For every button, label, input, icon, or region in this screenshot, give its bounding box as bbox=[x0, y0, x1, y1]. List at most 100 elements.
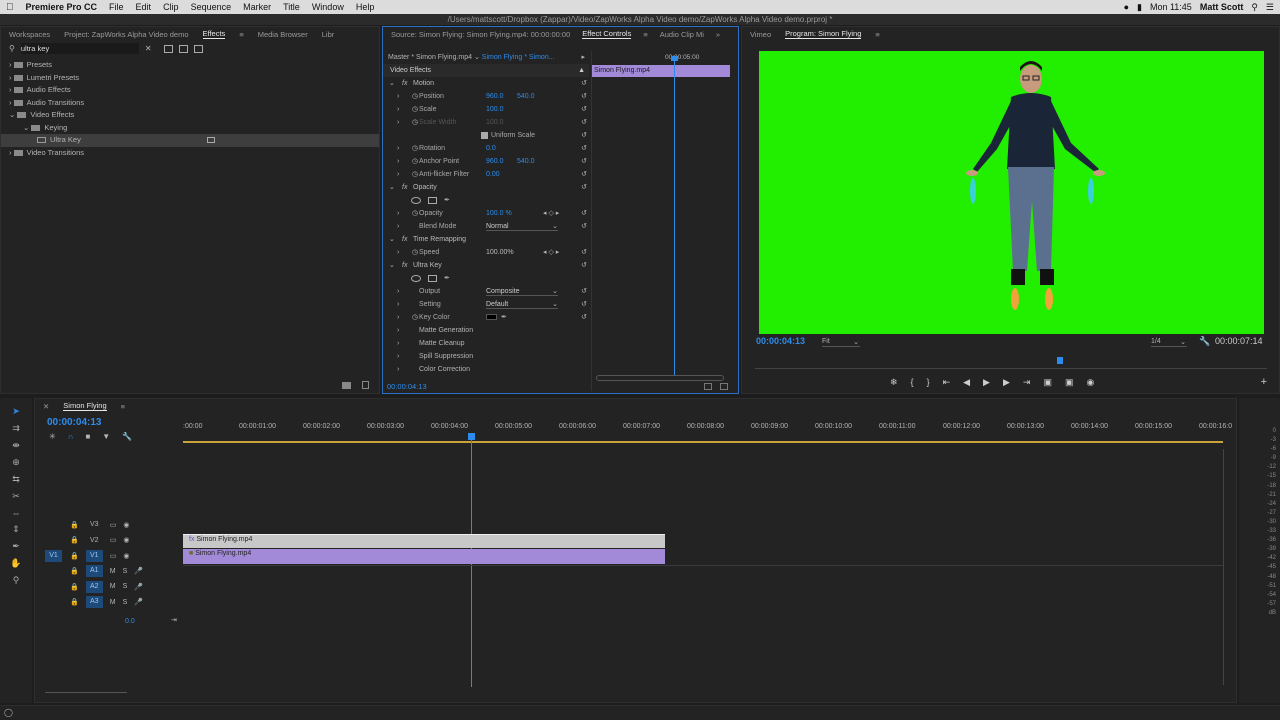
tree-item[interactable]: ⌄ Keying bbox=[1, 122, 379, 135]
ec-value[interactable]: 0.00 bbox=[486, 168, 500, 181]
chevron-right-icon[interactable]: ⌄ bbox=[389, 233, 395, 246]
eyedropper-icon[interactable]: ✒ bbox=[501, 311, 507, 324]
track-target[interactable]: V2 bbox=[86, 537, 103, 544]
ec-playhead[interactable] bbox=[674, 57, 675, 375]
chevron-right-icon[interactable]: › bbox=[397, 246, 399, 259]
tab-libraries[interactable]: Libr bbox=[322, 30, 335, 39]
ec-value[interactable]: 540.0 bbox=[517, 155, 535, 168]
program-scrubber[interactable] bbox=[755, 357, 1267, 369]
go-to-out-icon[interactable]: ⇥ bbox=[1023, 377, 1031, 388]
pen-mask-icon[interactable]: ✒ bbox=[444, 272, 450, 285]
clip-v1[interactable]: ■ Simon Flying.mp4 bbox=[183, 549, 665, 564]
reset-icon[interactable]: ↺ bbox=[581, 90, 587, 103]
reset-icon[interactable]: ↺ bbox=[581, 77, 587, 90]
stopwatch-icon[interactable]: ◷ bbox=[412, 103, 418, 116]
resolution-dropdown[interactable]: 1/4 ⌄ bbox=[1151, 338, 1187, 347]
chevron-right-icon[interactable]: › bbox=[397, 116, 399, 129]
ec-zoom-scrollbar[interactable] bbox=[596, 375, 724, 381]
add-marker-icon[interactable]: ❄ bbox=[890, 377, 898, 388]
reset-icon[interactable]: ↺ bbox=[581, 181, 587, 194]
reset-icon[interactable]: ↺ bbox=[581, 207, 587, 220]
chevron-right-icon[interactable]: › bbox=[397, 155, 399, 168]
program-timecode[interactable]: 00:00:04:13 bbox=[756, 336, 805, 346]
ec-clip-bar[interactable]: Simon Flying.mp4 bbox=[592, 65, 730, 77]
menu-window[interactable]: Window bbox=[306, 2, 350, 12]
master-track-value[interactable]: 0.0 bbox=[125, 618, 135, 625]
reset-icon[interactable]: ↺ bbox=[581, 298, 587, 311]
zoom-tool-icon[interactable]: ⚲ bbox=[13, 575, 20, 586]
ec-value[interactable]: 960.0 bbox=[486, 90, 504, 103]
accelerated-effects-icon[interactable] bbox=[163, 44, 173, 53]
chevron-down-icon[interactable]: ⌄ bbox=[23, 123, 31, 132]
ec-playhead-marker[interactable] bbox=[671, 56, 678, 61]
tree-item[interactable]: › Video Transitions bbox=[1, 147, 379, 160]
tree-item[interactable]: › Audio Transitions bbox=[1, 97, 379, 110]
chevron-right-icon[interactable]: › bbox=[397, 363, 399, 376]
add-button-icon[interactable]: + bbox=[1261, 376, 1267, 388]
mark-out-icon[interactable]: } bbox=[927, 377, 930, 388]
menu-title[interactable]: Title bbox=[277, 2, 306, 12]
chevron-right-icon[interactable]: ⌄ bbox=[389, 77, 395, 90]
microphone-icon[interactable]: 🎤 bbox=[134, 583, 143, 591]
extract-icon[interactable]: ▣ bbox=[1065, 377, 1074, 388]
program-playhead[interactable] bbox=[1057, 357, 1063, 364]
fx-toggle-icon[interactable]: fx bbox=[402, 233, 407, 246]
clear-search-icon[interactable]: ✕ bbox=[145, 44, 152, 53]
delete-icon[interactable] bbox=[362, 381, 369, 389]
sync-lock-icon[interactable]: ▭ bbox=[110, 536, 117, 544]
close-icon[interactable]: ✕ bbox=[43, 402, 49, 411]
ec-subsection[interactable]: › Spill Suppression bbox=[383, 350, 589, 363]
settings-wrench-icon[interactable]: 🔧 bbox=[1199, 336, 1210, 347]
fit-dropdown[interactable]: Fit ⌄ bbox=[822, 338, 860, 347]
program-video-frame[interactable] bbox=[759, 51, 1264, 334]
tree-item[interactable]: › Lumetri Presets bbox=[1, 72, 379, 85]
menu-clip[interactable]: Clip bbox=[157, 2, 185, 12]
ec-subsection[interactable]: › Matte Cleanup bbox=[383, 337, 589, 350]
export-frame-icon[interactable] bbox=[704, 383, 712, 390]
tab-effect-controls[interactable]: Effect Controls bbox=[582, 29, 632, 39]
ec-timecode[interactable]: 00:00:04:13 bbox=[387, 382, 427, 391]
tree-item[interactable]: › Presets bbox=[1, 59, 379, 72]
tab-media-browser[interactable]: Media Browser bbox=[258, 30, 308, 39]
ec-value[interactable]: 100.0 % bbox=[486, 207, 512, 220]
clock[interactable]: Mon 11:45 bbox=[1150, 2, 1192, 12]
menu-help[interactable]: Help bbox=[350, 2, 381, 12]
timeline-playhead-marker[interactable] bbox=[468, 433, 475, 440]
mute-icon[interactable]: M bbox=[110, 568, 116, 575]
fx-toggle-icon[interactable]: fx bbox=[402, 181, 407, 194]
eye-icon[interactable]: ◉ bbox=[123, 536, 129, 544]
ec-value[interactable]: 960.0 bbox=[486, 155, 504, 168]
fx-toggle-icon[interactable]: fx bbox=[402, 77, 407, 90]
snap-icon[interactable] bbox=[720, 383, 728, 390]
lock-icon[interactable]: 🔒 bbox=[70, 521, 79, 529]
chevron-right-icon[interactable]: › bbox=[397, 220, 399, 233]
ec-dropdown[interactable]: Default ⌄ bbox=[486, 300, 558, 309]
ec-dropdown[interactable]: Normal ⌄ bbox=[486, 222, 558, 231]
reset-icon[interactable]: ↺ bbox=[581, 259, 587, 272]
timeline-v-scrollbar[interactable] bbox=[1223, 449, 1227, 685]
chevron-down-icon[interactable]: ⌄ bbox=[9, 110, 17, 119]
slide-tool-icon[interactable]: ⇕ bbox=[12, 524, 20, 535]
clip-v2[interactable]: fx Simon Flying.mp4 bbox=[183, 534, 665, 548]
play-icon[interactable]: ▶ bbox=[983, 377, 990, 388]
stopwatch-icon[interactable]: ◷ bbox=[412, 168, 418, 181]
stopwatch-icon[interactable]: ◷ bbox=[412, 90, 418, 103]
eye-icon[interactable]: ◉ bbox=[123, 521, 129, 529]
tab-workspaces[interactable]: Workspaces bbox=[9, 30, 50, 39]
play-only-icon[interactable]: ▸ bbox=[581, 51, 585, 64]
lock-icon[interactable]: 🔒 bbox=[70, 552, 79, 560]
chevron-down-icon[interactable]: ⌄ bbox=[474, 54, 482, 61]
tree-item-selected[interactable]: Ultra Key bbox=[1, 134, 379, 147]
slip-tool-icon[interactable]: ⇔ bbox=[12, 508, 21, 518]
tree-item[interactable]: ⌄ Video Effects bbox=[1, 109, 379, 122]
new-bin-icon[interactable] bbox=[342, 382, 351, 389]
more-tabs-icon[interactable]: » bbox=[716, 30, 720, 39]
apple-icon[interactable]:  bbox=[0, 2, 20, 13]
scroll-up-icon[interactable]: ▲ bbox=[578, 64, 585, 77]
timeline-zoom-scrollbar[interactable] bbox=[45, 689, 127, 693]
spotlight-icon[interactable]: ⚲ bbox=[1251, 2, 1258, 13]
chevron-right-icon[interactable]: › bbox=[397, 285, 399, 298]
rate-stretch-tool-icon[interactable]: ⇆ bbox=[12, 474, 20, 485]
razor-tool-icon[interactable]: ✂ bbox=[12, 491, 20, 502]
hand-tool-icon[interactable]: ✋ bbox=[10, 558, 21, 569]
